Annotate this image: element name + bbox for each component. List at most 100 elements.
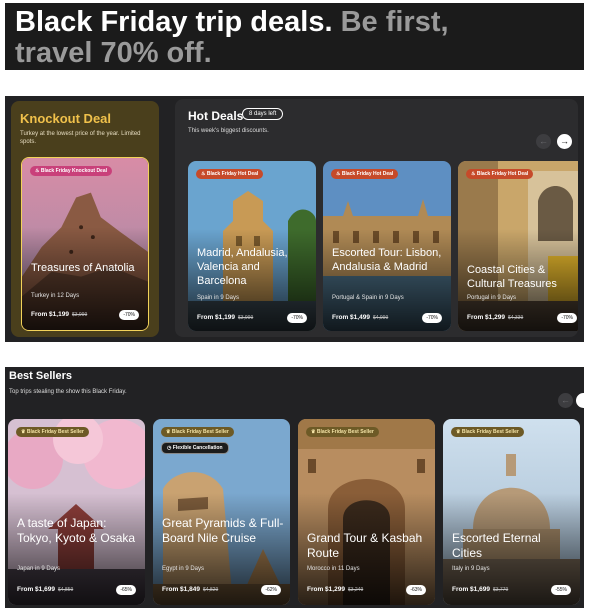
hot-deal-badge: ♨ Black Friday Hot Deal xyxy=(196,169,264,179)
card-location: Spain in 9 Days xyxy=(197,295,240,301)
card-discount: -63% xyxy=(406,585,426,595)
arrow-right-icon[interactable] xyxy=(576,393,584,408)
card-location: Portugal in 9 Days xyxy=(467,295,517,301)
hot-deal-badge: ♨ Black Friday Hot Deal xyxy=(331,169,399,179)
hero-banner: Black Friday trip deals. Be first, trave… xyxy=(5,3,584,70)
clock-icon: ◷ xyxy=(167,445,172,451)
hot-deal-card-1[interactable]: ♨ Black Friday Hot Deal Madrid, Andalusi… xyxy=(188,161,316,331)
arrow-left-icon[interactable]: ← xyxy=(558,393,573,408)
trophy-icon: ♛ xyxy=(311,429,316,435)
best-seller-badge-label: Black Friday Best Seller xyxy=(316,429,374,435)
hot-deals-section: Hot Deals 8 days left This week's bigges… xyxy=(175,99,578,337)
card-discount: -70% xyxy=(119,310,139,320)
card-discount: -62% xyxy=(261,585,281,595)
card-price-value: From $1,699 xyxy=(452,586,490,593)
best-seller-badge: ♛ Black Friday Best Seller xyxy=(306,427,379,437)
card-discount: -65% xyxy=(116,585,136,595)
knockout-deal-section: Knockout Deal Turkey at the lowest price… xyxy=(11,101,159,337)
best-sellers-subtitle: Top trips stealing the show this Black F… xyxy=(9,389,127,395)
hot-deal-card-2[interactable]: ♨ Black Friday Hot Deal Escorted Tour: L… xyxy=(323,161,451,331)
card-location: Turkey in 12 Days xyxy=(31,293,80,299)
card-old-price: $4,859 xyxy=(57,587,74,593)
card-price: From $1,199 $3,999 xyxy=(197,314,253,321)
card-discount: -70% xyxy=(287,313,307,323)
card-price: From $1,499 $4,999 xyxy=(332,314,388,321)
card-title: A taste of Japan: Tokyo, Kyoto & Osaka xyxy=(17,516,136,545)
best-seller-badge: ♛ Black Friday Best Seller xyxy=(16,427,89,437)
trophy-icon: ♛ xyxy=(166,429,171,435)
trophy-icon: ♛ xyxy=(21,429,26,435)
card-price: From $1,299 $4,339 xyxy=(467,314,523,321)
card-price: From $1,849 $4,829 xyxy=(162,586,218,593)
card-title: Treasures of Anatolia xyxy=(31,262,135,274)
knockout-badge-label: Black Friday Knockout Deal xyxy=(40,168,108,174)
hot-deal-badge: ♨ Black Friday Hot Deal xyxy=(466,169,534,179)
card-title: Coastal Cities & Cultural Treasures xyxy=(467,264,557,290)
card-old-price: $4,339 xyxy=(507,315,524,321)
card-title: Escorted Eternal Cities xyxy=(452,531,541,560)
arrow-right-icon[interactable]: → xyxy=(557,134,572,149)
card-title: Great Pyramids & Full-Board Nile Cruise xyxy=(162,516,284,545)
best-seller-badge: ♛ Black Friday Best Seller xyxy=(451,427,524,437)
card-title: Grand Tour & Kasbah Route xyxy=(307,531,423,560)
card-price: From $1,699 $4,859 xyxy=(17,586,73,593)
card-discount: -55% xyxy=(551,585,571,595)
card-price: From $1,199 $3,999 xyxy=(31,311,87,318)
flexible-cancellation-badge: ◷ Flexible Cancellation xyxy=(161,442,229,454)
card-price-value: From $1,199 xyxy=(197,314,235,321)
best-sellers-title: Best Sellers xyxy=(9,370,72,382)
card-location: Egypt in 9 Days xyxy=(162,566,205,572)
card-old-price: $4,829 xyxy=(202,587,219,593)
card-price-value: From $1,499 xyxy=(332,314,370,321)
hero-tagline-part2: travel 70% off. xyxy=(15,37,212,69)
hot-deal-badge-label: Black Friday Hot Deal xyxy=(206,171,259,177)
best-seller-badge-label: Black Friday Best Seller xyxy=(171,429,229,435)
card-price: From $1,699 $3,779 xyxy=(452,586,508,593)
best-seller-card-3[interactable]: ♛ Black Friday Best Seller Grand Tour & … xyxy=(298,419,435,605)
hot-deal-badge-label: Black Friday Hot Deal xyxy=(476,171,529,177)
card-title: Madrid, Andalusia, Valencia and Barcelon… xyxy=(197,247,288,287)
card-old-price: $3,999 xyxy=(237,315,254,321)
card-old-price: $3,999 xyxy=(71,312,88,318)
best-seller-card-1[interactable]: ♛ Black Friday Best Seller A taste of Ja… xyxy=(8,419,145,605)
knockout-title: Knockout Deal xyxy=(20,111,112,126)
fire-icon: ♨ xyxy=(471,171,476,177)
card-title: Escorted Tour: Lisbon, Andalusia & Madri… xyxy=(332,247,442,273)
card-old-price: $3,249 xyxy=(347,587,364,593)
hot-deals-title: Hot Deals xyxy=(188,109,244,123)
hero-tagline-part1: Be first, xyxy=(332,6,449,38)
flexible-cancellation-label: Flexible Cancellation xyxy=(172,445,223,451)
card-price-value: From $1,699 xyxy=(17,586,55,593)
card-location: Portugal & Spain in 9 Days xyxy=(332,295,404,301)
knockout-badge: ♨ Black Friday Knockout Deal xyxy=(30,166,113,176)
fire-icon: ♨ xyxy=(336,171,341,177)
best-sellers-panel: Best Sellers Top trips stealing the show… xyxy=(5,367,584,608)
fire-icon: ♨ xyxy=(35,168,40,174)
card-location: Italy in 9 Days xyxy=(452,566,490,572)
trophy-icon: ♛ xyxy=(456,429,461,435)
card-price-value: From $1,849 xyxy=(162,586,200,593)
hot-deals-subtitle: This week's biggest discounts. xyxy=(188,128,269,134)
card-price-value: From $1,299 xyxy=(307,586,345,593)
best-seller-card-2[interactable]: ♛ Black Friday Best Seller ◷ Flexible Ca… xyxy=(153,419,290,605)
card-price-value: From $1,299 xyxy=(467,314,505,321)
hero-headline: Black Friday trip deals. xyxy=(15,6,333,38)
hot-deal-card-3[interactable]: ♨ Black Friday Hot Deal Coastal Cities &… xyxy=(458,161,578,331)
best-seller-card-4[interactable]: ♛ Black Friday Best Seller Escorted Eter… xyxy=(443,419,580,605)
card-old-price: $4,999 xyxy=(372,315,389,321)
hero-line-1: Black Friday trip deals. Be first, xyxy=(15,7,574,38)
best-seller-badge-label: Black Friday Best Seller xyxy=(26,429,84,435)
fire-icon: ♨ xyxy=(201,171,206,177)
card-location: Morocco in 11 Days xyxy=(307,566,360,572)
deals-panel: Knockout Deal Turkey at the lowest price… xyxy=(5,96,584,342)
knockout-card[interactable]: ♨ Black Friday Knockout Deal Treasures o… xyxy=(21,157,149,331)
card-location: Japan in 9 Days xyxy=(17,566,61,572)
days-left-badge: 8 days left xyxy=(242,108,284,120)
card-price: From $1,299 $3,249 xyxy=(307,586,363,593)
knockout-subtitle: Turkey at the lowest price of the year. … xyxy=(20,131,141,145)
card-price-value: From $1,199 xyxy=(31,311,69,318)
arrow-left-icon[interactable]: ← xyxy=(536,134,551,149)
card-discount: -70% xyxy=(422,313,442,323)
card-discount: -70% xyxy=(557,313,577,323)
card-old-price: $3,779 xyxy=(492,587,509,593)
